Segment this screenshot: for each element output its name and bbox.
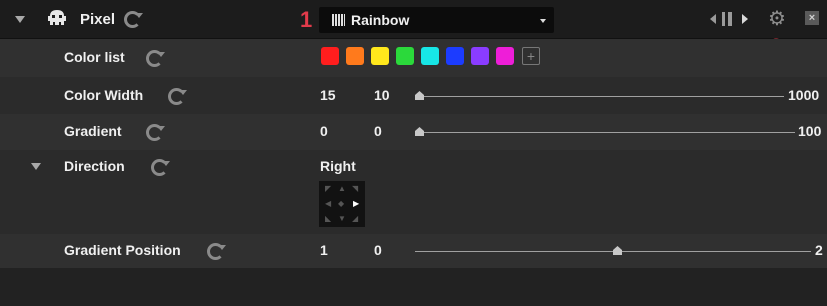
color-width-max: 1000 [788, 87, 820, 103]
direction-expand-chevron-icon[interactable] [31, 163, 41, 170]
annotation-marker-1: 1 [300, 7, 313, 32]
gradient-min: 0 [320, 123, 328, 139]
color-width-slider-track[interactable] [415, 96, 784, 97]
effect-panel: Pixel 1 Rainbow ⚙ × 2 Color list + Color… [0, 0, 827, 306]
color-width-value[interactable]: 10 [374, 87, 390, 103]
direction-down-icon[interactable]: ▼ [338, 215, 346, 223]
color-swatch[interactable] [496, 47, 514, 65]
color-swatch[interactable] [346, 47, 364, 65]
preset-label: Rainbow [351, 12, 410, 28]
direction-down-left-icon[interactable]: ◣ [325, 215, 331, 223]
direction-up-right-icon[interactable]: ◥ [352, 185, 358, 193]
param-row-gradient-position: Gradient Position 1 0 2 [0, 234, 827, 269]
reset-gradient-icon[interactable] [146, 124, 165, 141]
color-swatch[interactable] [371, 47, 389, 65]
reset-gradient-position-icon[interactable] [207, 243, 226, 260]
direction-right-icon[interactable]: ▶ [353, 200, 359, 208]
add-color-button[interactable]: + [522, 47, 540, 65]
direction-up-icon[interactable]: ▲ [338, 185, 346, 193]
color-swatch[interactable] [421, 47, 439, 65]
color-swatch[interactable] [321, 47, 339, 65]
gradient-position-slider-thumb[interactable] [613, 246, 622, 255]
next-icon[interactable] [742, 14, 748, 24]
color-swatch[interactable] [446, 47, 464, 65]
gradient-position-min: 1 [320, 242, 328, 258]
reset-color-list-icon[interactable] [146, 50, 165, 67]
direction-up-left-icon[interactable]: ◤ [325, 185, 331, 193]
direction-value: Right [320, 158, 356, 174]
direction-left-icon[interactable]: ◀ [325, 200, 331, 208]
empty-footer-row [0, 268, 827, 306]
direction-pad[interactable]: ◤ ▲ ◥ ◀ ◆ ▶ ◣ ▼ ◢ [319, 181, 365, 227]
direction-center-icon[interactable]: ◆ [338, 200, 344, 208]
gradient-position-label: Gradient Position [64, 242, 181, 258]
gradient-bars-icon [332, 14, 345, 26]
gradient-slider-thumb[interactable] [415, 127, 424, 136]
gradient-value[interactable]: 0 [374, 123, 382, 139]
color-width-min: 15 [320, 87, 336, 103]
gradient-slider-track[interactable] [415, 132, 795, 133]
preset-dropdown[interactable]: Rainbow [319, 7, 554, 33]
gradient-max: 100 [798, 123, 822, 139]
color-width-slider-thumb[interactable] [415, 91, 424, 100]
previous-icon[interactable] [710, 14, 716, 24]
reset-title-icon[interactable] [124, 11, 143, 28]
effect-title: Pixel [80, 11, 116, 28]
direction-down-right-icon[interactable]: ◢ [352, 215, 358, 223]
param-row-color-width: Color Width 15 10 1000 [0, 77, 827, 115]
collapse-chevron-icon[interactable] [15, 16, 25, 23]
gear-icon[interactable]: ⚙ [768, 9, 786, 29]
color-swatch[interactable] [471, 47, 489, 65]
color-list-label: Color list [64, 49, 125, 65]
gradient-position-max: 2 [815, 242, 823, 258]
pixel-invader-icon [48, 10, 66, 25]
pause-icon[interactable] [722, 12, 732, 26]
gradient-label: Gradient [64, 123, 122, 139]
reset-color-width-icon[interactable] [168, 88, 187, 105]
color-width-label: Color Width [64, 87, 144, 103]
color-swatch[interactable] [396, 47, 414, 65]
effect-header: Pixel 1 Rainbow ⚙ × [0, 0, 827, 39]
direction-label: Direction [64, 158, 125, 174]
param-row-color-list: Color list + [0, 39, 827, 78]
close-button[interactable]: × [805, 11, 819, 25]
dropdown-arrow-icon [540, 19, 546, 23]
param-row-gradient: Gradient 0 0 100 [0, 114, 827, 151]
gradient-position-value[interactable]: 0 [374, 242, 382, 258]
reset-direction-icon[interactable] [151, 159, 170, 176]
param-row-direction: Direction Right [0, 150, 827, 235]
